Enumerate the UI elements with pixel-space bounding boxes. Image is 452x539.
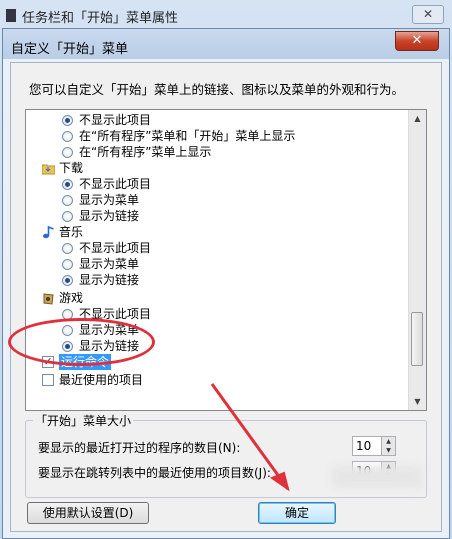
annotation-arrow-icon [210, 383, 290, 492]
